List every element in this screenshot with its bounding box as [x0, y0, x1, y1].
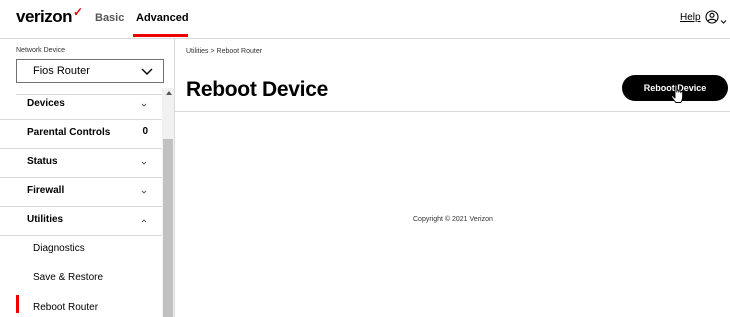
- active-tab-indicator: [133, 34, 188, 37]
- tab-advanced[interactable]: Advanced: [136, 12, 189, 24]
- chevron-down-icon: [141, 103, 147, 107]
- chevron-down-icon: [141, 190, 147, 194]
- logo-checkmark: ✓: [73, 5, 83, 19]
- chevron-up-icon: [141, 219, 147, 223]
- sidebar-subitem-label: Reboot Router: [33, 302, 99, 313]
- page-title: Reboot Device: [186, 78, 328, 101]
- logo-text: verizon: [16, 7, 73, 26]
- hand-cursor-icon: [671, 84, 684, 103]
- sidebar-item-label: Devices: [27, 98, 65, 109]
- chevron-down-icon[interactable]: [720, 12, 727, 30]
- chevron-down-icon: [141, 161, 147, 165]
- count-badge: 0: [142, 126, 148, 137]
- help-link[interactable]: Help: [680, 12, 701, 23]
- tab-basic[interactable]: Basic: [95, 12, 124, 24]
- network-device-value: Fios Router: [33, 65, 90, 77]
- sidebar-item-status[interactable]: Status: [0, 149, 162, 178]
- sidebar-item-utilities[interactable]: Utilities: [0, 207, 162, 236]
- copyright-text: Copyright © 2021 Verizon: [413, 216, 493, 223]
- scroll-up-arrow-icon[interactable]: [165, 89, 173, 97]
- sidebar-item-label: Parental Controls: [27, 127, 111, 138]
- chevron-down-icon: [141, 68, 153, 75]
- sidebar: Network Device Fios Router Devices Paren…: [0, 39, 175, 317]
- sidebar-item-devices[interactable]: Devices: [0, 91, 162, 120]
- sidebar-item-firewall[interactable]: Firewall: [0, 178, 162, 207]
- sidebar-item-label: Firewall: [27, 185, 65, 196]
- scrollbar-thumb[interactable]: [163, 139, 173, 317]
- sidebar-item-label: Status: [27, 156, 58, 167]
- breadcrumb[interactable]: Utilities > Reboot Router: [186, 48, 262, 55]
- sidebar-item-parental-controls[interactable]: Parental Controls 0: [0, 120, 162, 149]
- sidebar-subitem-reboot-router[interactable]: Reboot Router: [0, 295, 162, 317]
- network-device-select[interactable]: Fios Router: [16, 59, 164, 83]
- verizon-logo[interactable]: verizon✓: [16, 5, 83, 27]
- network-device-label: Network Device: [16, 47, 66, 54]
- sidebar-subitem-diagnostics[interactable]: Diagnostics: [0, 236, 162, 265]
- sidebar-subitem-label: Diagnostics: [33, 243, 85, 254]
- sidebar-subitem-save-restore[interactable]: Save & Restore: [0, 265, 162, 294]
- divider: [174, 111, 730, 112]
- sidebar-subitem-label: Save & Restore: [33, 272, 104, 283]
- user-icon[interactable]: [705, 10, 719, 29]
- top-bar: verizon✓ Basic Advanced Help: [0, 0, 730, 39]
- active-item-indicator: [16, 295, 19, 313]
- sidebar-item-label: Utilities: [27, 214, 64, 225]
